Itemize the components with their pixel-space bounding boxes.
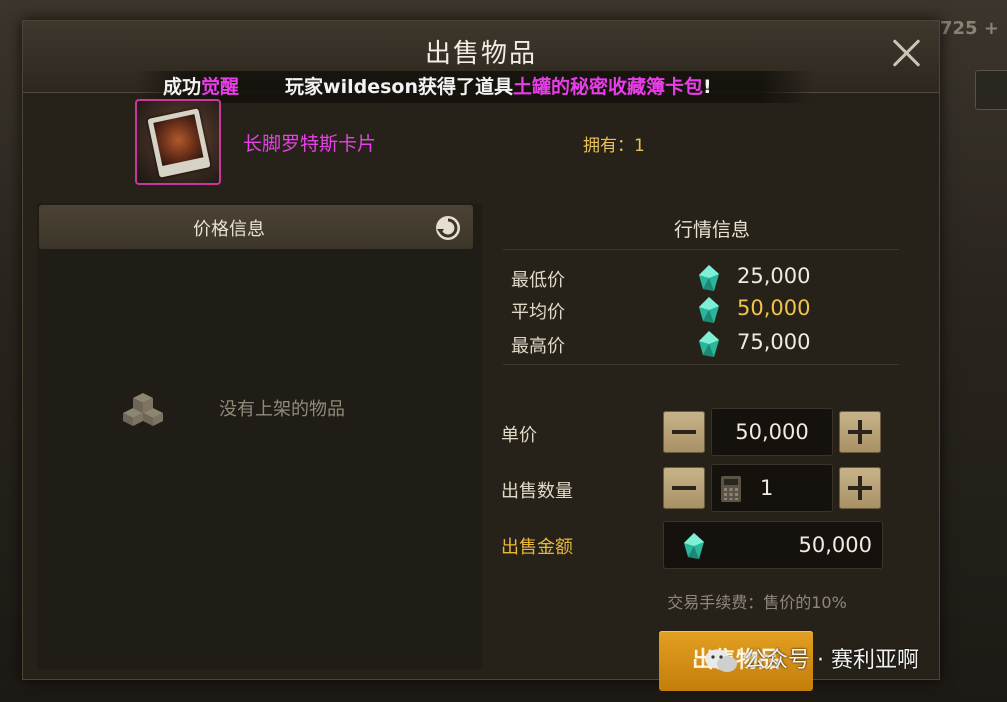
watermark: 公众号 · 赛利亚啊 bbox=[704, 644, 919, 678]
market-row-max: 最高价 75,000 bbox=[503, 326, 899, 360]
market-row-label: 最低价 bbox=[511, 270, 565, 291]
total-amount-label: 出售金额 bbox=[501, 537, 573, 558]
item-summary: 长脚罗特斯卡片 拥有：1 bbox=[23, 93, 939, 197]
market-row-label: 平均价 bbox=[511, 302, 565, 323]
market-info-title: 行情信息 bbox=[673, 219, 750, 241]
quantity-input[interactable]: 1 bbox=[711, 464, 833, 512]
item-card-icon[interactable] bbox=[135, 99, 221, 185]
quantity-label: 出售数量 bbox=[501, 481, 573, 502]
empty-box-icon bbox=[123, 393, 163, 426]
market-row-value: 25,000 bbox=[737, 264, 811, 288]
calculator-icon[interactable] bbox=[720, 475, 742, 503]
total-amount-display: 50,000 bbox=[663, 521, 883, 569]
gem-icon bbox=[699, 331, 719, 357]
quantity-decrease-button[interactable] bbox=[663, 467, 705, 509]
market-row-value: 75,000 bbox=[737, 330, 811, 354]
gem-icon bbox=[699, 265, 719, 291]
market-row-label: 最高价 bbox=[511, 336, 565, 357]
market-row-avg: 平均价 50,000 bbox=[503, 292, 899, 326]
item-name: 长脚罗特斯卡片 bbox=[243, 133, 377, 155]
background-currency-display: 725 + bbox=[940, 18, 999, 39]
price-info-tab-label: 价格信息 bbox=[193, 219, 265, 240]
gem-icon bbox=[699, 297, 719, 323]
transaction-fee-text: 交易手续费：售价的10% bbox=[667, 593, 847, 612]
unit-price-decrease-button[interactable] bbox=[663, 411, 705, 453]
quantity-value: 1 bbox=[760, 476, 774, 500]
unit-price-label: 单价 bbox=[501, 425, 537, 446]
unit-price-increase-button[interactable] bbox=[839, 411, 881, 453]
watermark-text: 公众号 · 赛利亚啊 bbox=[744, 648, 919, 673]
market-row-min: 最低价 25,000 bbox=[503, 260, 899, 294]
empty-listing-text: 没有上架的物品 bbox=[219, 399, 345, 420]
wechat-icon bbox=[705, 649, 737, 672]
price-info-tab[interactable]: 价格信息 bbox=[39, 205, 473, 249]
dialog-title: 出售物品 bbox=[424, 39, 537, 69]
total-amount-value: 50,000 bbox=[798, 533, 872, 557]
close-icon[interactable] bbox=[889, 35, 923, 69]
market-row-value: 50,000 bbox=[737, 296, 811, 320]
refresh-icon[interactable] bbox=[433, 213, 463, 243]
quantity-increase-button[interactable] bbox=[839, 467, 881, 509]
unit-price-input[interactable]: 50,000 bbox=[711, 408, 833, 456]
gem-icon bbox=[684, 533, 704, 559]
market-price-box: 最低价 25,000 平均价 50,000 最高价 75,000 bbox=[503, 249, 899, 365]
price-info-panel: 价格信息 没有上架的物品 bbox=[37, 203, 482, 669]
item-owned-count: 拥有：1 bbox=[583, 136, 645, 156]
sell-item-dialog: 出售物品 成功觉醒 玩家wildeson获得了道具土罐的秘密收藏簿卡包! 长脚罗特… bbox=[22, 20, 940, 691]
market-sell-panel: 行情信息 最低价 25,000 平均价 50,000 最高价 75,000 单价… bbox=[489, 203, 935, 691]
background-side-button bbox=[975, 70, 1007, 110]
